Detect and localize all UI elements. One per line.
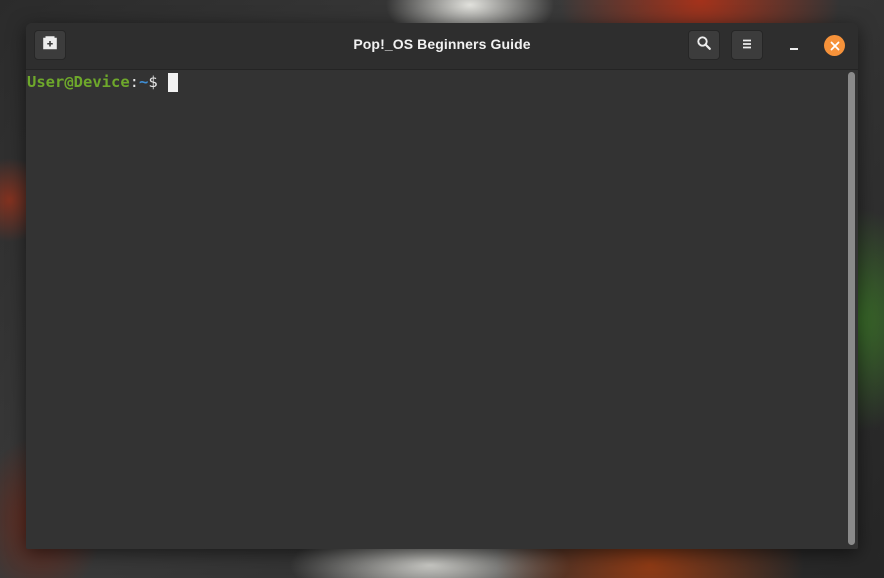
terminal-window: Pop!_OS Beginners Guide User@Device: ~ … [26,23,858,549]
close-button[interactable] [824,35,845,56]
prompt-symbol: $ [148,73,168,91]
prompt-line: User@Device: ~ $ [27,72,179,92]
prompt-cwd: ~ [139,73,149,91]
menu-button[interactable] [731,30,763,60]
search-icon [696,35,712,55]
minimize-button[interactable] [783,35,805,57]
prompt-user-host: User@Device [27,73,130,91]
search-button[interactable] [688,30,720,60]
text-cursor [168,72,179,92]
scrollbar-thumb[interactable] [848,72,855,545]
hamburger-menu-icon [740,36,754,55]
close-icon [830,36,840,55]
prompt-separator: : [129,73,139,91]
minimize-icon [788,37,800,56]
headerbar: Pop!_OS Beginners Guide [26,23,858,70]
scrollbar[interactable] [848,70,855,549]
terminal-area[interactable]: User@Device: ~ $ [26,70,858,549]
